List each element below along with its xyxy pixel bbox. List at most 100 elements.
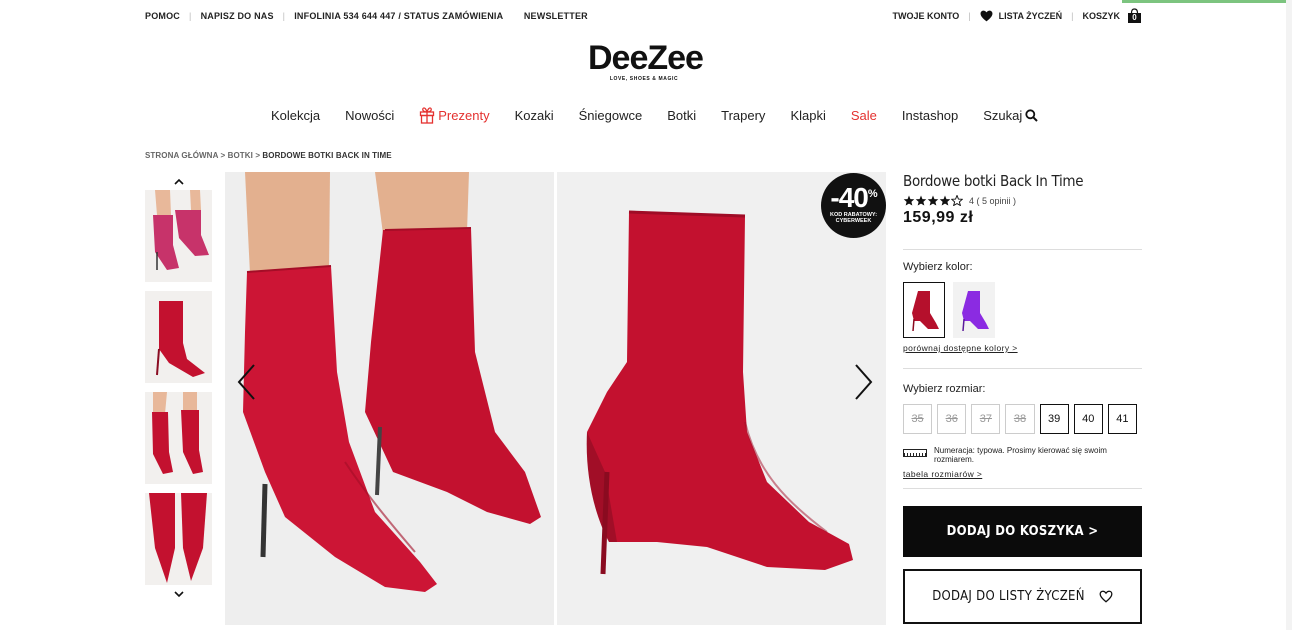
boot-photo-thumb <box>145 392 212 484</box>
boot-photo-thumb <box>145 291 212 383</box>
product-image-main[interactable] <box>225 172 554 625</box>
color-swatches <box>903 282 1142 338</box>
ruler-icon <box>903 449 927 457</box>
product-rating[interactable]: 4 ( 5 opinii ) <box>903 195 1142 206</box>
thumbnail-3[interactable] <box>145 392 212 484</box>
add-to-wishlist-button[interactable]: DODAJ DO LISTY ŻYCZEŃ <box>903 569 1142 624</box>
nav-item-instashop[interactable]: Instashop <box>902 108 958 123</box>
breadcrumb-separator: > <box>220 151 226 160</box>
discount-code: CYBERWEEK <box>835 218 872 224</box>
separator: | <box>512 11 515 21</box>
boot-swatch-red <box>912 291 939 332</box>
star-filled-icon <box>903 195 915 206</box>
thumb-scroll-up[interactable] <box>145 172 213 190</box>
separator: | <box>1071 10 1074 21</box>
search-label: Szukaj <box>983 107 1023 123</box>
rating-text: 4 ( 5 opinii ) <box>969 195 1017 206</box>
star-filled-icon <box>939 195 951 206</box>
wishlist-label: LISTA ŻYCZEŃ <box>998 10 1063 21</box>
color-label: Wybierz kolor: <box>903 261 973 273</box>
wishlist-link[interactable]: LISTA ŻYCZEŃ <box>980 10 1063 22</box>
product-title: Bordowe botki Back In Time <box>903 172 1084 190</box>
size-option-35[interactable]: 35 <box>903 404 933 434</box>
chevron-up-icon <box>174 178 184 185</box>
nav-item-kozaki[interactable]: Kozaki <box>515 108 554 123</box>
newsletter-link[interactable]: NEWSLETTER <box>524 11 588 21</box>
heart-icon <box>980 10 993 21</box>
nav-item-sale[interactable]: Sale <box>851 108 877 123</box>
boot-swatch-purple <box>962 291 989 332</box>
nav-item-botki[interactable]: Botki <box>667 108 696 123</box>
product-image-secondary[interactable] <box>557 172 886 625</box>
gift-icon <box>420 107 435 124</box>
logo-text: DeeZee <box>588 39 704 77</box>
separator: | <box>968 10 971 21</box>
nav-item-klapki[interactable]: Klapki <box>790 108 825 123</box>
size-label: Wybierz rozmiar: <box>903 383 986 395</box>
top-links-left: POMOC | NAPISZ DO NAS | INFOLINIA 534 64… <box>145 11 588 21</box>
discount-badge: -40% KOD RABATOWY: CYBERWEEK <box>821 173 886 238</box>
size-option-38[interactable]: 38 <box>1005 404 1035 434</box>
top-links-right: TWOJE KONTO | LISTA ŻYCZEŃ | KOSZYK 0 <box>892 8 1142 23</box>
help-link[interactable]: POMOC <box>145 11 180 21</box>
add-to-wishlist-label: DODAJ DO LISTY ŻYCZEŃ <box>932 589 1085 604</box>
heart-outline-icon <box>1099 590 1113 603</box>
breadcrumb-current: BORDOWE BOTKI BACK IN TIME <box>262 151 392 160</box>
size-option-40[interactable]: 40 <box>1073 404 1103 434</box>
boot-photo-thumb <box>145 493 212 585</box>
breadcrumb-category[interactable]: BOTKI <box>228 151 253 160</box>
breadcrumb-separator: > <box>255 151 261 160</box>
cart-label: KOSZYK <box>1082 10 1120 21</box>
discount-number: -40 <box>830 182 868 213</box>
thumbnail-2[interactable] <box>145 291 212 383</box>
color-swatch-violet[interactable] <box>953 282 995 338</box>
separator: | <box>189 11 192 21</box>
size-options: 35 36 37 38 39 40 41 <box>903 404 1142 434</box>
product-details: Bordowe botki Back In Time 4 ( 5 opinii … <box>903 172 1142 624</box>
size-option-37[interactable]: 37 <box>971 404 1001 434</box>
nav-item-search[interactable]: Szukaj <box>983 107 1039 123</box>
size-table-link[interactable]: tabela rozmiarów > <box>903 469 1142 479</box>
chevron-down-icon <box>174 590 184 597</box>
discount-percent: % <box>867 188 878 200</box>
color-swatch-bordo[interactable] <box>903 282 945 338</box>
boot-photo-worn <box>225 172 554 625</box>
scrollbar[interactable] <box>1286 0 1292 630</box>
hotline-link[interactable]: INFOLINIA 534 644 447 / STATUS ZAMÓWIENI… <box>294 11 503 21</box>
nav-item-kolekcja[interactable]: Kolekcja <box>271 108 320 123</box>
cart-link[interactable]: KOSZYK 0 <box>1082 8 1142 23</box>
rating-stars <box>903 195 963 206</box>
deezee-logo[interactable]: DeeZee LOVE, SHOES & MAGIC <box>588 39 704 82</box>
breadcrumb: STRONA GŁÓWNA > BOTKI > BORDOWE BOTKI BA… <box>145 151 392 160</box>
size-option-36[interactable]: 36 <box>937 404 967 434</box>
size-note: Numeracja: typowa. Prosimy kierować się … <box>903 446 1142 464</box>
write-to-us-link[interactable]: NAPISZ DO NAS <box>201 11 274 21</box>
breadcrumb-home[interactable]: STRONA GŁÓWNA <box>145 151 218 160</box>
progress-line <box>1122 0 1292 3</box>
nav-item-sniegowce[interactable]: Śniegowce <box>579 108 643 123</box>
prev-image-button[interactable] <box>236 362 258 402</box>
top-utility-bar: POMOC | NAPISZ DO NAS | INFOLINIA 534 64… <box>0 0 1292 32</box>
divider <box>903 368 1142 369</box>
thumbnail-4[interactable] <box>145 493 212 585</box>
star-empty-icon <box>951 195 963 206</box>
divider <box>903 488 1142 489</box>
star-filled-icon <box>927 195 939 206</box>
account-link[interactable]: TWOJE KONTO <box>892 11 959 21</box>
divider <box>903 249 1142 250</box>
main-nav: Kolekcja Nowości Prezenty Kozaki Śniegow… <box>271 106 1063 124</box>
product-price: 159,99 zł <box>903 209 974 226</box>
add-to-cart-button[interactable]: DODAJ DO KOSZYKA > <box>903 506 1142 557</box>
nav-item-trapery[interactable]: Trapery <box>721 108 765 123</box>
nav-item-nowosci[interactable]: Nowości <box>345 108 394 123</box>
size-option-41[interactable]: 41 <box>1107 404 1137 434</box>
boot-photo-thumb <box>145 190 212 282</box>
next-image-button[interactable] <box>852 362 874 402</box>
thumbnail-1[interactable] <box>145 190 212 282</box>
chevron-right-icon <box>855 364 873 400</box>
thumb-scroll-down[interactable] <box>145 585 213 603</box>
size-option-39[interactable]: 39 <box>1039 404 1069 434</box>
cart-count: 0 <box>1132 13 1137 22</box>
nav-item-prezenty[interactable]: Prezenty <box>419 106 490 124</box>
compare-colors-link[interactable]: porównaj dostępne kolory > <box>903 343 1142 353</box>
